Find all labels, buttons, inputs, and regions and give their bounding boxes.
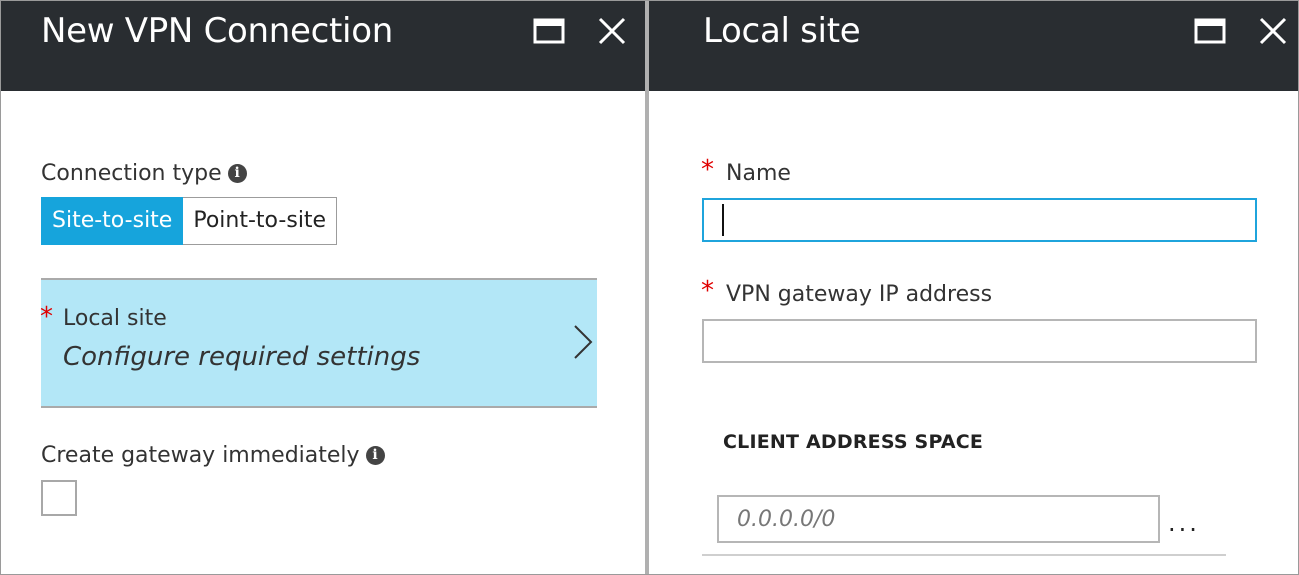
vpn-gateway-ip-label: VPN gateway IP address bbox=[726, 282, 993, 307]
local-site-label: Local site bbox=[63, 306, 167, 331]
connection-type-toggle: Site-to-site Point-to-site bbox=[41, 197, 338, 245]
text-caret bbox=[722, 204, 724, 236]
more-options-button[interactable]: ... bbox=[1168, 511, 1200, 535]
required-asterisk: * bbox=[701, 155, 714, 185]
local-site-selector[interactable]: * Local site Configure required settings bbox=[40, 278, 597, 408]
client-address-space-input[interactable] bbox=[717, 495, 1160, 543]
blade-header: New VPN Connection bbox=[1, 1, 645, 91]
name-label: Name bbox=[726, 161, 791, 186]
required-asterisk: * bbox=[701, 276, 714, 306]
close-icon[interactable] bbox=[1255, 15, 1289, 49]
close-icon[interactable] bbox=[594, 15, 628, 49]
vpn-gateway-ip-input[interactable] bbox=[702, 319, 1257, 363]
maximize-icon[interactable] bbox=[532, 15, 566, 49]
info-icon[interactable]: i bbox=[365, 446, 385, 465]
row-separator bbox=[702, 554, 1226, 556]
chevron-right-icon bbox=[574, 325, 593, 359]
name-input[interactable] bbox=[702, 198, 1257, 242]
blade-header: Local site bbox=[649, 1, 1298, 91]
create-gateway-label: Create gateway immediately i bbox=[41, 443, 385, 468]
client-address-space-heading: CLIENT ADDRESS SPACE bbox=[723, 431, 984, 453]
info-icon[interactable]: i bbox=[227, 164, 247, 183]
local-site-blade: Local site * Name * VPN gateway IP addre… bbox=[649, 1, 1298, 574]
connection-type-label: Connection type i bbox=[41, 161, 247, 186]
blade-title: Local site bbox=[703, 11, 861, 51]
maximize-icon[interactable] bbox=[1193, 15, 1227, 49]
site-to-site-option[interactable]: Site-to-site bbox=[41, 197, 184, 245]
blade-title: New VPN Connection bbox=[41, 11, 393, 51]
required-asterisk: * bbox=[40, 302, 53, 332]
new-vpn-connection-blade: New VPN Connection Connection type i Site… bbox=[1, 1, 645, 574]
local-site-value: Configure required settings bbox=[63, 342, 421, 372]
create-gateway-checkbox[interactable] bbox=[41, 480, 77, 516]
point-to-site-option[interactable]: Point-to-site bbox=[183, 197, 338, 245]
